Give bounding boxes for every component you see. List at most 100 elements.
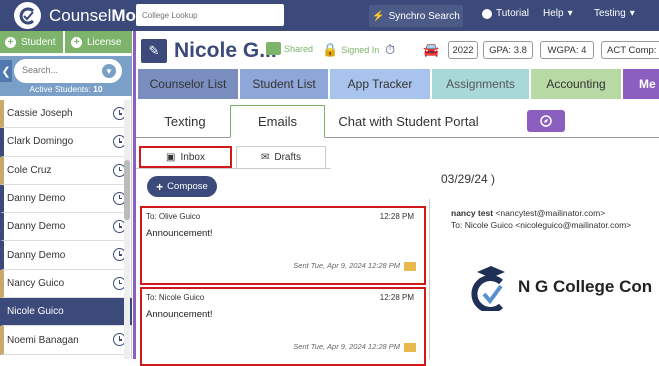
add-buttons-row: + Student + License [0, 31, 132, 53]
email-recipient: To: Olive Guico [146, 212, 201, 221]
email-to: To: Nicole Guico <nicoleguico@mailinator… [451, 220, 632, 230]
student-name-label: Cassie Joseph [7, 108, 73, 120]
add-license-button[interactable]: + License [71, 33, 121, 52]
student-name-label: Danny Demo [7, 221, 66, 233]
edit-pencil-icon[interactable]: ✎ [141, 39, 167, 63]
shared-icon [266, 42, 281, 55]
email-recipient: To: Nicole Guico [146, 293, 205, 302]
plus-icon: + [5, 37, 16, 48]
main-tab[interactable]: Assignments [432, 69, 529, 99]
logo-icon[interactable] [14, 2, 41, 29]
student-list: Cassie Joseph Clark Domingo Cole Cruz Danny… [0, 100, 132, 355]
student-name-label: Danny Demo [7, 249, 66, 261]
student-list-item[interactable]: Danny Demo [0, 241, 132, 270]
main-tab[interactable]: Me [623, 69, 659, 99]
testing-label: Testing [594, 8, 626, 19]
main-tab[interactable]: Student List [240, 69, 328, 99]
tab-chat-student-portal[interactable]: Chat with Student Portal [326, 105, 491, 138]
gpa-badge: GPA: 3.8 [483, 41, 533, 59]
student-list-item[interactable]: Noemi Banagan [0, 326, 132, 355]
filter-icon[interactable]: ▼ [102, 64, 116, 78]
inbox-icon: ▣ [166, 151, 176, 163]
student-list-item[interactable]: Cassie Joseph [0, 100, 132, 129]
mailbox-tabs: ▣ Inbox ✉ Drafts [136, 146, 331, 169]
inbox-label: Inbox [180, 151, 205, 163]
compose-button[interactable]: + Compose [147, 176, 217, 197]
compose-label: Compose [167, 181, 208, 192]
email-list-item[interactable]: To: Nicole Guico 12:28 PM Announcement! Sen… [140, 287, 426, 366]
college-logo-icon [471, 266, 505, 311]
student-name: Nicole G... [174, 39, 277, 62]
class-year-badge: 2022 [448, 41, 478, 59]
add-student-label: Student [21, 37, 56, 48]
envelope-open-icon: ✉ [260, 152, 270, 163]
drafts-label: Drafts [274, 152, 302, 163]
tab-inbox[interactable]: ▣ Inbox [139, 146, 232, 168]
email-subject: Announcement! [146, 228, 213, 239]
main-panel: ✎ Nicole G... Shared 🔒 Signed In ⏱ 🚘 202… [133, 31, 659, 366]
main-tab[interactable]: App Tracker [330, 69, 430, 99]
lock-icon: 🔒 [322, 42, 339, 57]
student-list-item[interactable]: Nicole Guico [0, 298, 132, 327]
student-header: ✎ Nicole G... Shared 🔒 Signed In ⏱ 🚘 202… [136, 31, 659, 68]
add-license-label: License [87, 37, 122, 48]
email-date-heading: 03/29/24 ) [441, 172, 496, 186]
shared-label: Shared [284, 43, 314, 54]
search-row: ❮ Search... ▼ Active Students: 10 [0, 56, 132, 96]
add-student-button[interactable]: + Student [5, 33, 55, 52]
testing-menu[interactable]: Testing ▾ [594, 8, 635, 19]
tab-drafts[interactable]: ✉ Drafts [236, 146, 326, 168]
student-list-item[interactable]: Danny Demo [0, 184, 132, 214]
student-list-item[interactable]: Clark Domingo [0, 128, 132, 157]
student-list-item[interactable]: Nancy Guico [0, 269, 132, 299]
wgpa-badge: WGPA: 4 [540, 41, 594, 59]
car-icon[interactable]: 🚘 [423, 42, 439, 58]
envelope-icon [404, 343, 416, 352]
communication-tabs: Texting Emails Chat with Student Portal [136, 105, 659, 138]
main-tab[interactable]: Counselor List [138, 69, 238, 99]
top-bar: CounselMore ⚡ Synchro Search Tutorial He… [0, 0, 659, 31]
compass-icon[interactable] [527, 110, 565, 132]
signed-in-status: 🔒 Signed In [322, 42, 379, 58]
main-tab[interactable]: Accounting [531, 69, 621, 99]
caret-down-icon: ▾ [567, 8, 573, 19]
main-tabs: Counselor List Student List App Tracker Ass… [136, 69, 659, 99]
tab-emails[interactable]: Emails [230, 105, 325, 138]
help-label: Help [543, 8, 564, 19]
plus-icon: + [71, 37, 82, 48]
shared-status: Shared [266, 42, 313, 55]
email-subject: Announcement! [146, 309, 213, 320]
act-badge: ACT Comp: 29 [601, 41, 659, 59]
email-time: 12:28 PM [379, 293, 414, 302]
bolt-icon: ⚡ [372, 10, 385, 22]
email-time: 12:28 PM [379, 212, 414, 221]
email-list-item[interactable]: To: Olive Guico 12:28 PM Announcement! Sent… [140, 206, 426, 285]
student-list-item[interactable]: Cole Cruz [0, 156, 132, 185]
synchro-search-button[interactable]: ⚡ Synchro Search [369, 5, 463, 27]
envelope-icon [404, 262, 416, 271]
tutorial-link[interactable]: Tutorial [482, 8, 529, 19]
student-name-label: Clark Domingo [7, 136, 74, 148]
student-name-label: Nancy Guico [7, 277, 65, 289]
email-from: nancy test <nancytest@mailinator.com> [451, 208, 606, 218]
email-sent-date: Sent Tue, Apr 9, 2024 12:28 PM [293, 261, 400, 270]
student-name-label: Danny Demo [7, 193, 66, 205]
student-list-item[interactable]: Danny Demo [0, 213, 132, 242]
student-name-label: Noemi Banagan [7, 334, 79, 346]
plus-icon: + [156, 179, 164, 194]
student-name-label: Cole Cruz [7, 164, 52, 176]
tab-texting[interactable]: Texting [141, 105, 229, 138]
synchro-search-label: Synchro Search [388, 10, 460, 22]
chevron-left-icon[interactable]: ❮ [0, 60, 12, 82]
active-students-count: Active Students: 10 [29, 84, 103, 94]
caret-down-icon: ▾ [629, 8, 635, 19]
help-menu[interactable]: Help ▾ [543, 8, 573, 19]
scrollbar-thumb[interactable] [124, 160, 130, 220]
divider [63, 31, 65, 53]
student-name-label: Nicole Guico [7, 306, 64, 318]
college-lookup-input[interactable] [136, 4, 284, 26]
stopwatch-icon[interactable]: ⏱ [385, 42, 395, 58]
email-sent-date: Sent Tue, Apr 9, 2024 12:28 PM [293, 342, 400, 351]
divider [429, 199, 430, 359]
scrollbar[interactable] [124, 100, 130, 359]
